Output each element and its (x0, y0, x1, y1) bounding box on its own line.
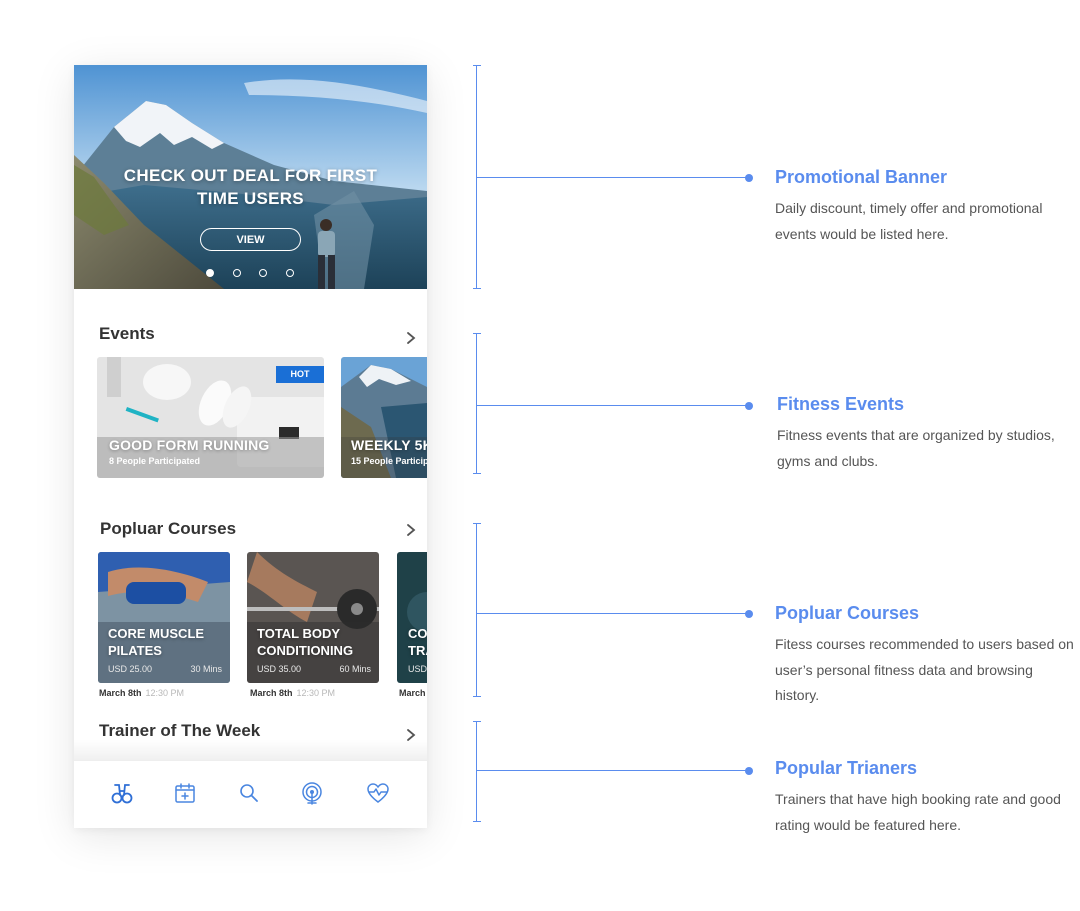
binoculars-icon[interactable] (110, 781, 134, 805)
calendar-icon[interactable] (173, 781, 197, 805)
annotation-title: Fitness Events (777, 394, 905, 414)
courses-chevron-right-icon[interactable] (404, 523, 418, 537)
courses-connector (477, 609, 753, 618)
courses-title: Popluar Courses (100, 519, 237, 538)
course-duration: 60 Mins (339, 664, 371, 674)
event-participants: 8 People Participated (109, 456, 201, 466)
course-date: March 8th 12:30 PM (99, 688, 185, 698)
trainers-bracket (473, 721, 484, 822)
course-title: CORE MUSCLE PILATES (108, 626, 205, 658)
promo-banner[interactable]: CHECK OUT DEAL FOR FIRST TIME USERS VIEW (74, 65, 427, 289)
annotation-desc: Daily discount, timely offer and promoti… (775, 200, 1043, 242)
course-price: USD 25.00 (108, 664, 153, 674)
annotation-desc: Fitness events that are organized by stu… (777, 427, 1055, 469)
annotation-desc: Fitess courses recommended to users base… (775, 636, 1074, 703)
course-card[interactable]: CORE MUSCLE PILATES USD 25.00 30 Mins (98, 552, 230, 683)
events-bracket (473, 333, 484, 474)
carousel-dot[interactable] (206, 269, 214, 277)
events-chevron-right-icon[interactable] (404, 331, 418, 345)
banner-headline: CHECK OUT DEAL FOR FIRST TIME USERS (123, 166, 378, 208)
course-date: March (399, 688, 426, 698)
event-title: WEEKLY 5K (351, 437, 427, 453)
bottom-tab-bar (74, 760, 427, 828)
course-title: CO TRA (408, 626, 427, 658)
view-button[interactable]: VIEW (200, 228, 301, 251)
scroll-fade (74, 740, 427, 760)
course-title: TOTAL BODY CONDITIONING (257, 626, 354, 658)
course-price: USD 35.00 (257, 664, 302, 674)
heart-rate-icon[interactable] (366, 781, 390, 805)
phone-screen: CHECK OUT DEAL FOR FIRST TIME USERS VIEW… (74, 65, 427, 828)
carousel-dot[interactable] (233, 269, 241, 277)
event-participants: 15 People Participated (351, 456, 427, 466)
annotation-title: Popluar Courses (775, 603, 920, 623)
course-price: USD (408, 664, 427, 674)
hot-badge: HOT (276, 366, 324, 383)
banner-connector (477, 173, 753, 182)
course-duration: 30 Mins (190, 664, 222, 674)
event-title: GOOD FORM RUNNING (109, 437, 270, 453)
events-title: Events (99, 324, 155, 343)
trainer-title: Trainer of The Week (99, 721, 261, 740)
trainers-connector (477, 766, 753, 775)
course-date: March 8th 12:30 PM (250, 688, 336, 698)
course-card[interactable]: CO TRA USD (397, 552, 427, 683)
broadcast-icon[interactable] (300, 781, 324, 805)
search-icon[interactable] (237, 781, 261, 805)
annotation-desc: Trainers that have high booking rate and… (775, 791, 1061, 833)
annotation-title: Promotional Banner (775, 167, 948, 187)
annotation-title: Popular Trianers (775, 758, 918, 778)
events-connector (477, 401, 753, 410)
event-card[interactable]: WEEKLY 5K 15 People Participated (341, 357, 427, 478)
course-card[interactable]: TOTAL BODY CONDITIONING USD 35.00 60 Min… (247, 552, 379, 683)
carousel-dot[interactable] (286, 269, 294, 277)
courses-bracket (473, 523, 484, 697)
event-card[interactable]: HOT GOOD FORM RUNNING 8 People Participa… (97, 357, 324, 478)
carousel-dot[interactable] (259, 269, 267, 277)
